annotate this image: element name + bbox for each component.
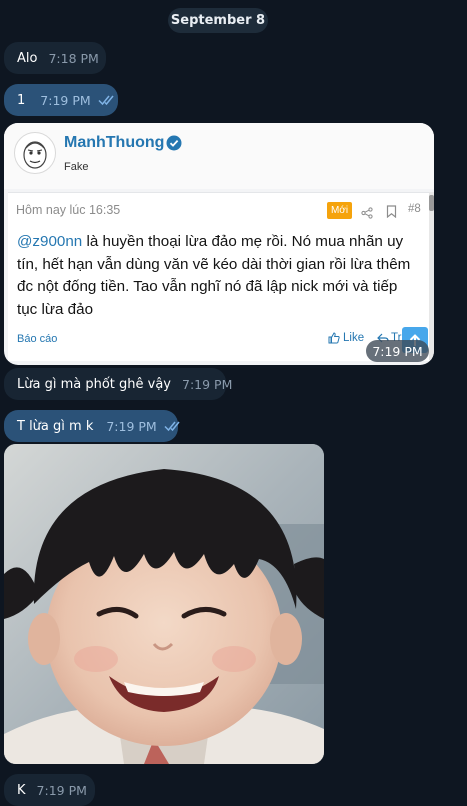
child-photo xyxy=(4,444,324,764)
share-icon xyxy=(361,204,373,219)
mention-link: @z900nn xyxy=(17,233,83,250)
post-number: #8 xyxy=(408,203,421,215)
forum-user-header: ManhThuong Fake xyxy=(4,123,434,189)
message-bubble-incoming[interactable]: K 7:19 PM xyxy=(4,774,95,806)
message-text: Lừa gì mà phốt ghê vậy xyxy=(17,376,171,392)
forum-user-title: Fake xyxy=(64,161,89,173)
like-link: Like xyxy=(328,332,364,344)
message-time: 7:19 PM xyxy=(36,782,87,798)
bookmark-icon xyxy=(386,203,397,219)
double-check-icon xyxy=(98,94,116,106)
avatar xyxy=(14,132,56,174)
message-time: 7:19 PM xyxy=(106,418,157,434)
forum-screenshot-card[interactable]: ManhThuong Fake Hôm nay lúc 16:35 Mới #8… xyxy=(4,123,434,365)
photo-message[interactable] xyxy=(4,444,324,764)
message-text: K xyxy=(17,782,26,798)
message-text: T lừa gì m k xyxy=(17,418,94,434)
message-bubble-incoming[interactable]: Alo 7:18 PM xyxy=(4,42,106,74)
verified-icon xyxy=(166,135,182,151)
message-text: 1 xyxy=(17,92,26,108)
message-time: 7:18 PM xyxy=(48,50,99,66)
forum-scroll-thumb xyxy=(429,195,434,211)
report-link: Báo cáo xyxy=(17,333,58,345)
message-bubble-incoming[interactable]: Lừa gì mà phốt ghê vậy 7:19 PM xyxy=(4,368,232,400)
message-time: 7:19 PM xyxy=(40,92,91,108)
message-bubble-outgoing[interactable]: 1 7:19 PM xyxy=(4,84,118,116)
double-check-icon xyxy=(164,420,182,432)
forum-username: ManhThuong xyxy=(64,134,165,151)
forum-scrollbar xyxy=(429,192,434,360)
post-timestamp: Hôm nay lúc 16:35 xyxy=(16,203,121,217)
thumbs-up-icon xyxy=(328,332,340,344)
like-label: Like xyxy=(343,332,365,344)
forum-post: Hôm nay lúc 16:35 Mới #8 @z900nn là huyề… xyxy=(8,192,429,361)
new-badge: Mới xyxy=(327,202,352,219)
message-time: 7:19 PM xyxy=(182,376,233,392)
message-bubble-outgoing[interactable]: T lừa gì m k 7:19 PM xyxy=(4,410,180,442)
post-body: @z900nn là huyền thoại lừa đảo mẹ rồi. N… xyxy=(17,231,417,321)
date-separator: September 8 xyxy=(168,8,268,33)
card-message-time: 7:19 PM xyxy=(366,340,429,362)
message-text: Alo xyxy=(17,50,38,66)
